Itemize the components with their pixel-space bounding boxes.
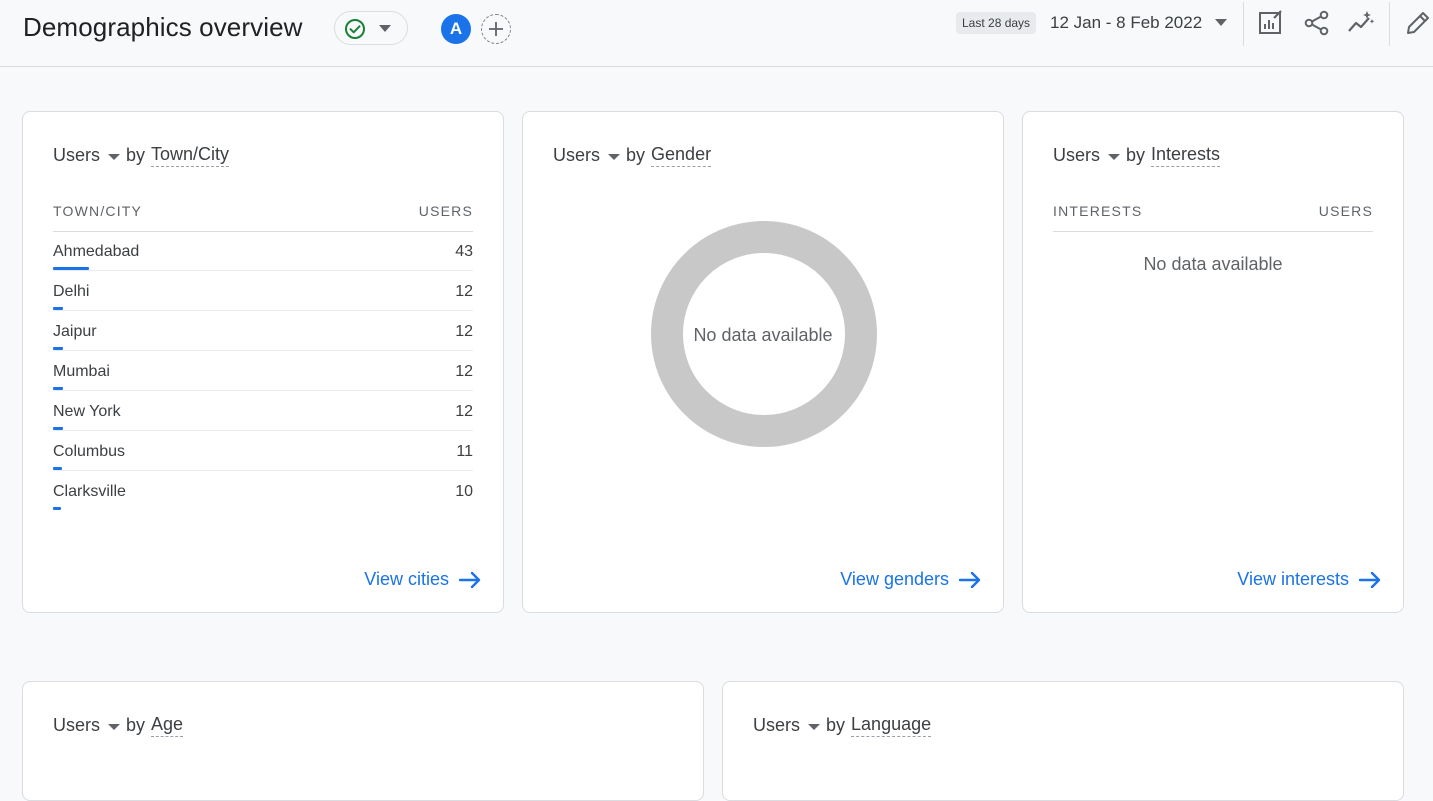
table-row[interactable]: Jaipur 12 (53, 311, 473, 351)
card-header: Users by Language (753, 714, 932, 737)
view-genders-link[interactable]: View genders (840, 569, 981, 590)
user-count: 10 (455, 483, 473, 500)
by-label: by (826, 715, 846, 735)
arrow-right-icon (959, 571, 981, 588)
date-dropdown-icon[interactable] (1215, 19, 1227, 26)
table-row[interactable]: Delhi 12 (53, 271, 473, 311)
pencil-icon[interactable] (1404, 9, 1432, 37)
check-circle-icon (345, 19, 365, 39)
view-interests-link[interactable]: View interests (1237, 569, 1381, 590)
card-header: Users by Town/City (53, 144, 230, 167)
by-label: by (626, 145, 646, 165)
insights-icon[interactable] (1347, 9, 1375, 37)
no-data-message: No data available (693, 325, 833, 345)
card-header: Users by Interests (1053, 144, 1221, 167)
card-header: Users by Age (53, 714, 184, 737)
view-cities-label: View cities (364, 569, 449, 589)
user-count: 11 (456, 443, 473, 460)
table-row[interactable]: Ahmedabad 43 (53, 231, 473, 271)
dropdown-triangle-icon[interactable] (108, 153, 121, 160)
toolbar-divider (1243, 2, 1244, 46)
metric-selector[interactable]: Users (753, 715, 800, 736)
dimension-selector[interactable]: Town/City (151, 144, 230, 167)
view-genders-label: View genders (840, 569, 949, 589)
share-bar (53, 387, 63, 390)
report-status-chip[interactable] (334, 11, 408, 45)
users-by-interests-card: Users by Interests INTERESTS USERS No da… (1022, 111, 1404, 613)
table-row[interactable]: Columbus 11 (53, 431, 473, 471)
card-header: Users by Gender (553, 144, 712, 167)
chevron-down-icon (379, 25, 391, 32)
user-count: 43 (455, 243, 473, 260)
date-preset-chip[interactable]: Last 28 days (956, 12, 1037, 34)
column-header-city: TOWN/CITY (53, 203, 143, 219)
city-name: Mumbai (53, 363, 110, 380)
table-row[interactable]: New York 12 (53, 391, 473, 431)
city-name: New York (53, 403, 121, 420)
plus-icon (489, 22, 503, 36)
city-name: Jaipur (53, 323, 97, 340)
city-name: Columbus (53, 443, 126, 460)
toolbar-divider (1389, 2, 1390, 46)
share-bar (53, 427, 63, 430)
dimension-selector[interactable]: Language (851, 714, 932, 737)
dropdown-triangle-icon[interactable] (608, 153, 621, 160)
user-count: 12 (455, 283, 473, 300)
dimension-selector[interactable]: Gender (651, 144, 712, 167)
arrow-right-icon (1359, 571, 1381, 588)
customize-report-icon[interactable] (1257, 9, 1285, 37)
dropdown-triangle-icon[interactable] (108, 723, 121, 730)
dimension-selector[interactable]: Interests (1151, 144, 1221, 167)
dropdown-triangle-icon[interactable] (1108, 153, 1121, 160)
share-bar (53, 507, 61, 510)
no-data-message: No data available (1143, 254, 1283, 274)
city-table-body: Ahmedabad 43 Delhi 12 Jaipur 12 Mumbai 12 New Yo… (53, 231, 473, 511)
share-bar (53, 347, 63, 350)
metric-selector[interactable]: Users (1053, 145, 1100, 166)
user-count: 12 (455, 323, 473, 340)
table-header: TOWN/CITY USERS (53, 203, 473, 232)
table-row[interactable]: Mumbai 12 (53, 351, 473, 391)
column-header-users: USERS (1318, 203, 1373, 219)
column-header-interests: INTERESTS (1053, 203, 1143, 219)
users-by-age-card: Users by Age (22, 681, 704, 801)
top-bar: Demographics overview A Last 28 days 12 … (0, 0, 1433, 67)
table-header: INTERESTS USERS (1053, 203, 1373, 232)
metric-selector[interactable]: Users (553, 145, 600, 166)
by-label: by (1126, 145, 1146, 165)
dropdown-triangle-icon[interactable] (808, 723, 821, 730)
share-bar (53, 467, 62, 470)
table-row[interactable]: Clarksville 10 (53, 471, 473, 511)
comparison-avatar[interactable]: A (441, 14, 471, 44)
add-comparison-button[interactable] (481, 14, 511, 44)
view-interests-label: View interests (1237, 569, 1349, 589)
metric-selector[interactable]: Users (53, 715, 100, 736)
share-bar (53, 307, 63, 310)
city-name: Clarksville (53, 483, 126, 500)
users-by-gender-card: Users by Gender No data available View g… (522, 111, 1004, 613)
view-cities-link[interactable]: View cities (364, 569, 481, 590)
user-count: 12 (455, 363, 473, 380)
dimension-selector[interactable]: Age (151, 714, 184, 737)
share-icon[interactable] (1303, 9, 1331, 37)
user-count: 12 (455, 403, 473, 420)
city-name: Delhi (53, 283, 90, 300)
users-by-language-card: Users by Language (722, 681, 1404, 801)
page-title: Demographics overview (23, 12, 303, 42)
city-name: Ahmedabad (53, 243, 140, 260)
share-bar (53, 267, 89, 270)
arrow-right-icon (459, 571, 481, 588)
by-label: by (126, 145, 146, 165)
date-range-selector[interactable]: 12 Jan - 8 Feb 2022 (1050, 12, 1202, 34)
users-by-city-card: Users by Town/City TOWN/CITY USERS Ahmed… (22, 111, 504, 613)
by-label: by (126, 715, 146, 735)
column-header-users: USERS (418, 203, 473, 219)
metric-selector[interactable]: Users (53, 145, 100, 166)
